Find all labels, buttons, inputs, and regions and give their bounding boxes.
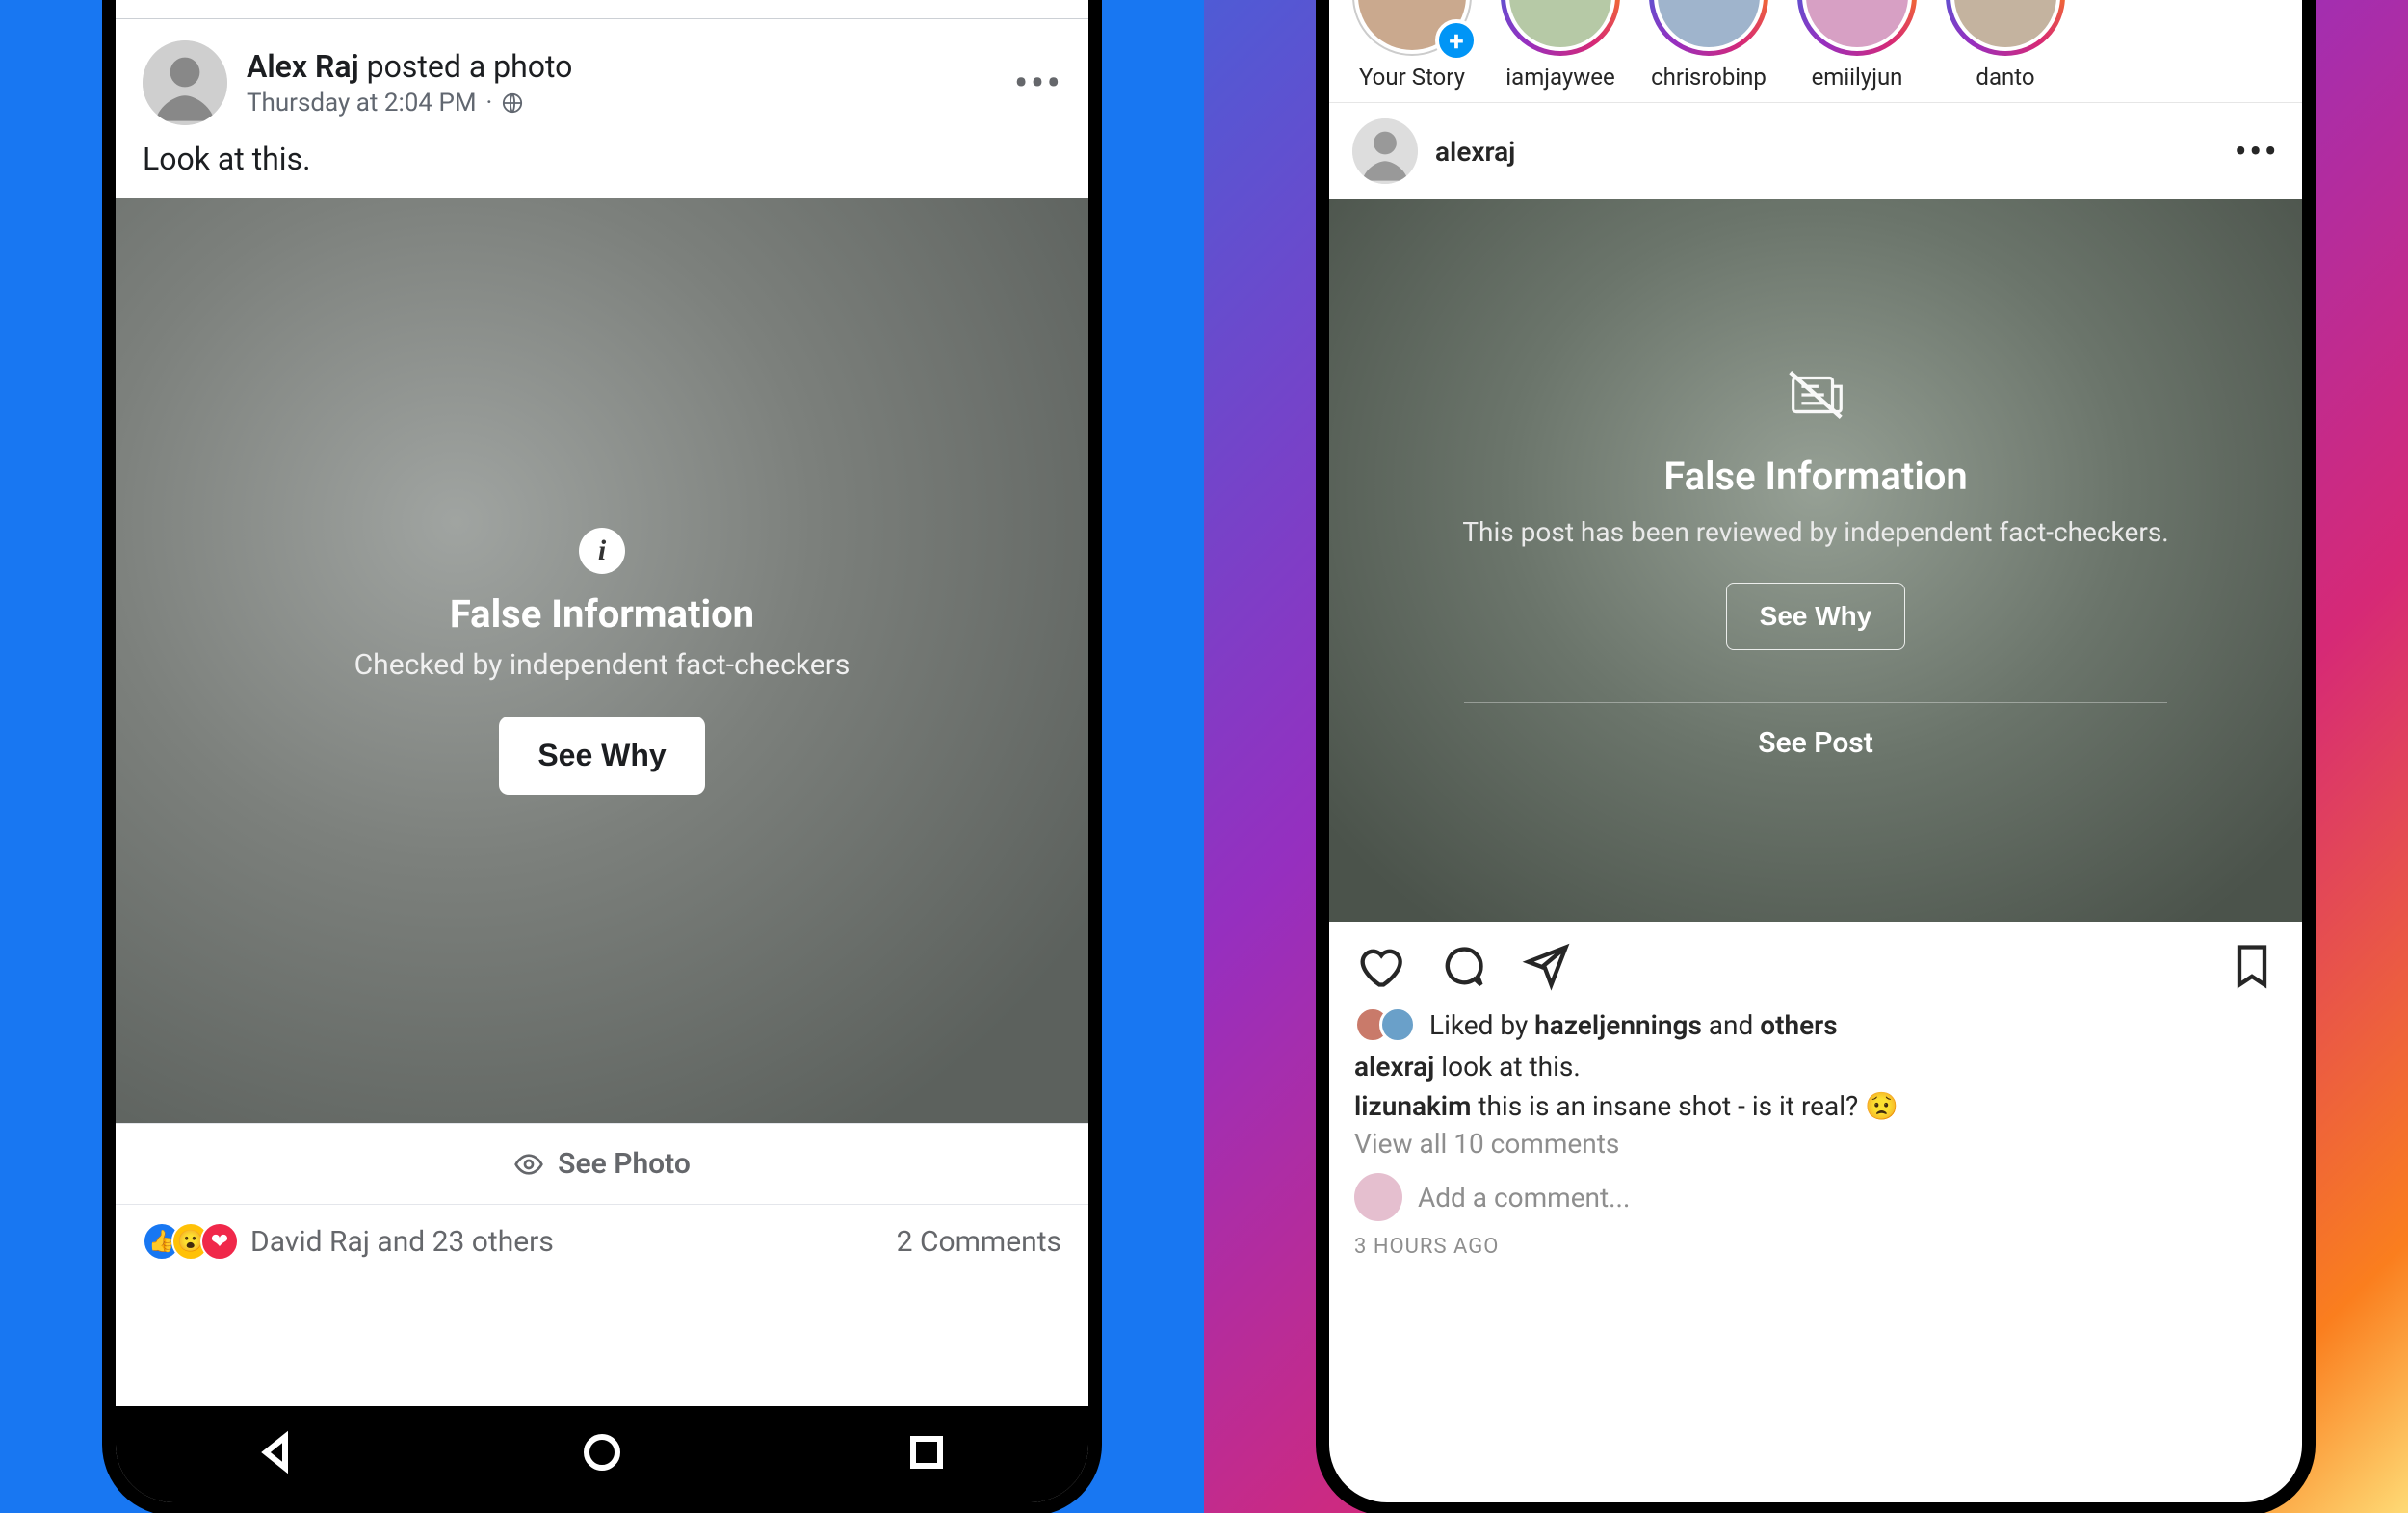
story-label: emiilyjun	[1812, 64, 1903, 91]
bookmark-icon	[2227, 941, 2277, 991]
story-item[interactable]: emiilyjun	[1797, 0, 1917, 91]
share-button[interactable]	[1520, 941, 1570, 995]
ig-username[interactable]: alexraj	[1435, 136, 2217, 168]
stories-tray[interactable]: +Your Story iamjaywee chrisrobinp emiilyjun…	[1329, 0, 2302, 103]
android-home-button[interactable]	[579, 1429, 625, 1479]
story-label: Your Story	[1359, 64, 1465, 91]
ig-author-avatar[interactable]	[1352, 118, 1418, 184]
post-author-line[interactable]: Alex Raj posted a photo	[247, 48, 996, 85]
comments-count[interactable]: 2 Comments	[897, 1225, 1061, 1259]
ig-see-why-button[interactable]: See Why	[1726, 583, 1906, 650]
story-label: iamjaywee	[1505, 64, 1614, 91]
post-caption: Look at this.	[116, 135, 1088, 198]
share-icon	[1520, 941, 1570, 991]
story-item[interactable]: +Your Story	[1352, 0, 1472, 91]
add-comment-placeholder: Add a comment...	[1418, 1182, 1630, 1213]
story-item[interactable]: danto	[1946, 0, 2065, 91]
heart-icon	[1354, 941, 1404, 991]
liker-avatars	[1354, 1006, 1416, 1043]
ig-timeago: 3 HOURS AGO	[1329, 1231, 2302, 1263]
eye-icon	[513, 1149, 544, 1180]
overlay-title: False Information	[354, 591, 851, 637]
instagram-phone-frame: +Your Story iamjaywee chrisrobinp emiilyjun…	[1329, 0, 2302, 1502]
story-label: chrisrobinp	[1651, 64, 1767, 91]
reactions-text: David Raj and 23 others	[250, 1225, 554, 1259]
ig-overlay-subtitle: This post has been reviewed by independe…	[1462, 514, 2168, 551]
see-photo-button[interactable]: See Photo	[116, 1123, 1088, 1205]
story-item[interactable]: iamjaywee	[1501, 0, 1620, 91]
ig-see-post-button[interactable]: See Post	[1758, 726, 1873, 760]
facebook-top-tabs	[116, 0, 1088, 19]
see-why-button[interactable]: See Why	[499, 717, 704, 795]
post-timestamp: Thursday at 2:04 PM·	[247, 89, 996, 117]
post-media-overlay: i False Information Checked by independe…	[116, 198, 1088, 1123]
add-story-icon: +	[1435, 19, 1478, 62]
facebook-post: Alex Raj posted a photo Thursday at 2:04…	[116, 19, 1088, 1278]
story-label: danto	[1976, 64, 2034, 91]
reactions-bar[interactable]: 👍 😮 ❤ David Raj and 23 others 2 Comments	[116, 1205, 1088, 1278]
overlay-subtitle: Checked by independent fact-checkers	[354, 648, 851, 682]
ig-overlay-divider	[1464, 702, 2167, 703]
ig-more-button[interactable]: •••	[2235, 129, 2280, 174]
add-comment-row[interactable]: Add a comment...	[1329, 1163, 2302, 1231]
facebook-phone-frame: Alex Raj posted a photo Thursday at 2:04…	[116, 0, 1088, 1502]
globe-icon	[502, 92, 523, 114]
comment-icon	[1437, 941, 1487, 991]
ig-likes-row[interactable]: Liked by hazeljennings and others	[1329, 1004, 2302, 1045]
save-button[interactable]	[2227, 941, 2277, 995]
ig-media-overlay: False Information This post has been rev…	[1329, 199, 2302, 922]
android-nav-bar	[116, 1406, 1088, 1502]
post-more-button[interactable]: •••	[1015, 60, 1061, 106]
android-recents-button[interactable]	[903, 1429, 950, 1479]
android-back-button[interactable]	[254, 1429, 301, 1479]
author-avatar[interactable]	[143, 40, 227, 125]
reaction-icons: 👍 😮 ❤	[143, 1222, 239, 1261]
ig-overlay-title: False Information	[1663, 454, 1967, 499]
info-icon: i	[579, 528, 625, 574]
comment-button[interactable]	[1437, 941, 1487, 995]
view-all-comments[interactable]: View all 10 comments	[1329, 1124, 2302, 1163]
news-off-icon	[1782, 361, 1849, 429]
self-avatar	[1354, 1173, 1402, 1221]
ig-post-header: alexraj •••	[1329, 103, 2302, 199]
ig-top-comment[interactable]: lizunakim this is an insane shot - is it…	[1329, 1084, 2302, 1124]
story-item[interactable]: chrisrobinp	[1649, 0, 1768, 91]
ig-caption: alexraj look at this.	[1329, 1045, 2302, 1084]
ig-action-bar	[1329, 922, 2302, 1004]
like-button[interactable]	[1354, 941, 1404, 995]
